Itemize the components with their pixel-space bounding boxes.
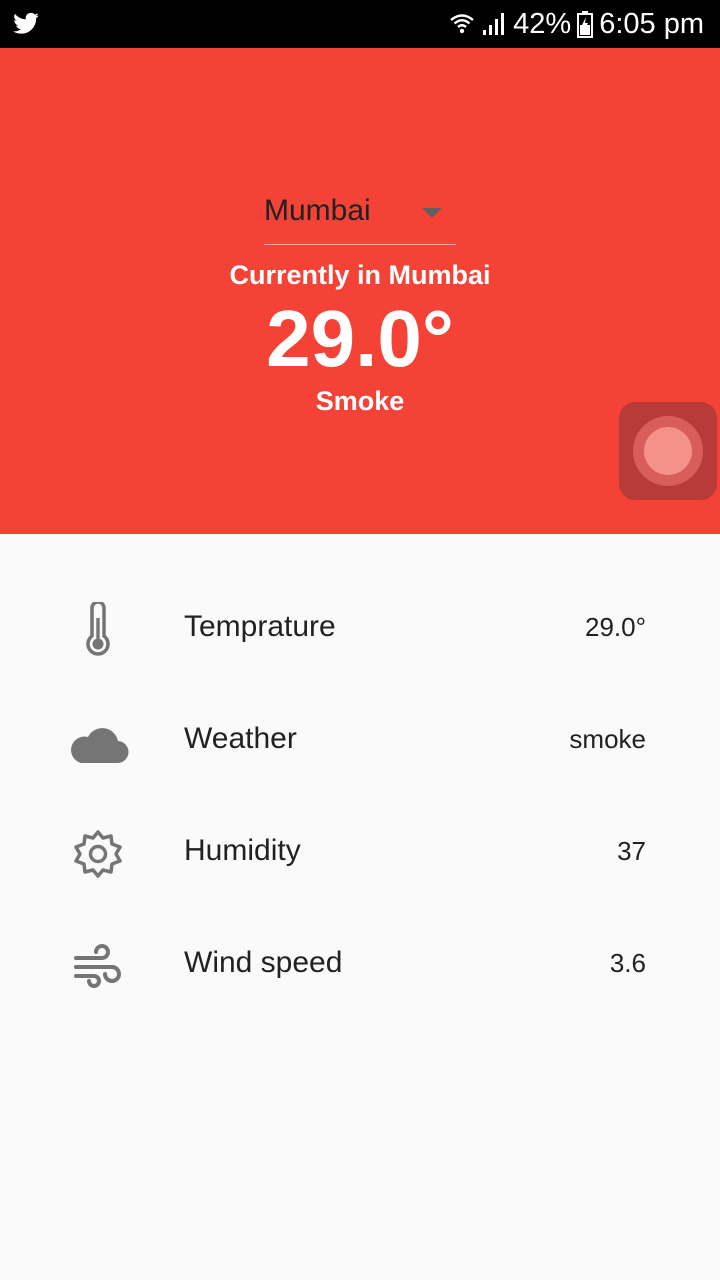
current-condition: Smoke bbox=[315, 386, 405, 416]
wind-icon bbox=[66, 934, 130, 998]
list-item-label: Humidity bbox=[184, 834, 301, 867]
list-item-label: Temprature bbox=[184, 610, 336, 643]
floating-action-button[interactable] bbox=[619, 402, 717, 500]
list-item-label: Weather bbox=[184, 722, 297, 755]
current-location-label: Currently in Mumbai bbox=[229, 260, 491, 290]
list-item-value: 29.0° bbox=[584, 612, 646, 642]
battery-icon bbox=[577, 11, 594, 38]
list-item-label: Wind speed bbox=[184, 946, 343, 979]
weather-header: Mumbai Currently in Mumbai 29.0° Smoke bbox=[0, 48, 720, 534]
dropdown-arrow-icon bbox=[422, 208, 442, 218]
battery-percent: 42% bbox=[513, 7, 572, 40]
clock: 6:05 pm bbox=[599, 7, 704, 40]
list-item-value: smoke bbox=[569, 724, 646, 754]
signal-icon bbox=[483, 13, 505, 35]
list-item-value: 37 bbox=[617, 836, 646, 866]
wifi-icon bbox=[450, 14, 474, 34]
thermometer-icon bbox=[66, 598, 130, 662]
list-item-wind-speed: Wind speed 3.6 bbox=[0, 910, 720, 1022]
city-dropdown-value: Mumbai bbox=[264, 194, 371, 227]
status-bar: 42% 6:05 pm bbox=[0, 0, 720, 48]
fab-ring bbox=[633, 416, 703, 486]
list-item-temperature: Temprature 29.0° bbox=[0, 574, 720, 686]
list-item-weather: Weather smoke bbox=[0, 686, 720, 798]
list-item-humidity: Humidity 37 bbox=[0, 798, 720, 910]
record-icon bbox=[644, 427, 692, 475]
cloud-icon bbox=[66, 710, 130, 774]
city-dropdown[interactable]: Mumbai bbox=[264, 188, 456, 245]
current-temperature: 29.0° bbox=[266, 294, 454, 383]
list-item-value: 3.6 bbox=[609, 948, 646, 978]
gear-icon bbox=[66, 822, 130, 886]
twitter-icon bbox=[13, 12, 39, 34]
